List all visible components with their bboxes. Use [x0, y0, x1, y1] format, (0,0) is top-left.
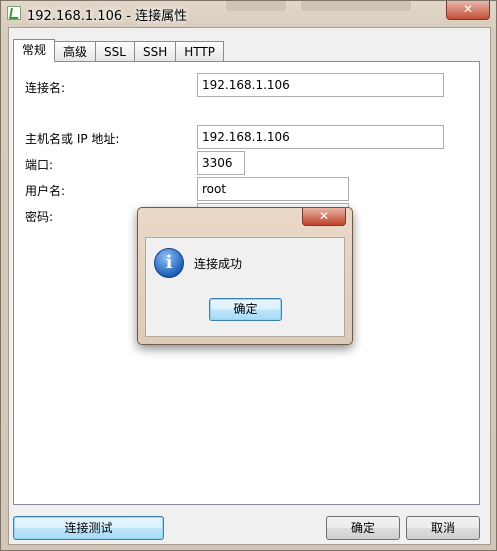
background-window-edge [226, 1, 286, 11]
host-label: 主机名或 IP 地址: [25, 132, 120, 146]
dialog-close-button[interactable]: ✕ [302, 208, 346, 226]
close-icon: ✕ [462, 2, 474, 16]
window-close-button[interactable]: ✕ [446, 1, 490, 20]
window-title: 192.168.1.106 - 连接属性 [27, 9, 188, 24]
tab-ssl[interactable]: SSL [95, 41, 135, 61]
test-connection-button[interactable]: 连接测试 [13, 516, 164, 540]
ok-button[interactable]: 确定 [326, 516, 400, 540]
background-window-edge [301, 1, 411, 11]
message-dialog: ✕ i 连接成功 确定 [137, 207, 353, 345]
host-field[interactable]: 192.168.1.106 [197, 125, 444, 149]
app-icon [7, 6, 21, 20]
cancel-button[interactable]: 取消 [406, 516, 480, 540]
title-bar[interactable]: 192.168.1.106 - 连接属性 ✕ [1, 1, 496, 27]
close-icon: ✕ [318, 209, 330, 223]
tab-advanced[interactable]: 高级 [54, 41, 97, 61]
tab-strip: 常规 高级 SSL SSH HTTP [13, 39, 224, 62]
username-label: 用户名: [25, 184, 66, 198]
info-icon: i [154, 248, 184, 278]
dialog-message: 连接成功 [194, 257, 243, 271]
password-label: 密码: [25, 210, 54, 224]
username-field[interactable]: root [197, 177, 349, 201]
tab-ssh[interactable]: SSH [133, 41, 177, 61]
connection-name-label: 连接名: [25, 81, 66, 95]
port-field[interactable]: 3306 [197, 151, 245, 175]
dialog-body: i 连接成功 确定 [145, 237, 345, 337]
port-label: 端口: [25, 158, 54, 172]
connection-name-field[interactable]: 192.168.1.106 [197, 73, 444, 97]
tab-general[interactable]: 常规 [13, 39, 56, 62]
dialog-ok-button[interactable]: 确定 [209, 298, 282, 321]
tab-http[interactable]: HTTP [175, 41, 224, 61]
